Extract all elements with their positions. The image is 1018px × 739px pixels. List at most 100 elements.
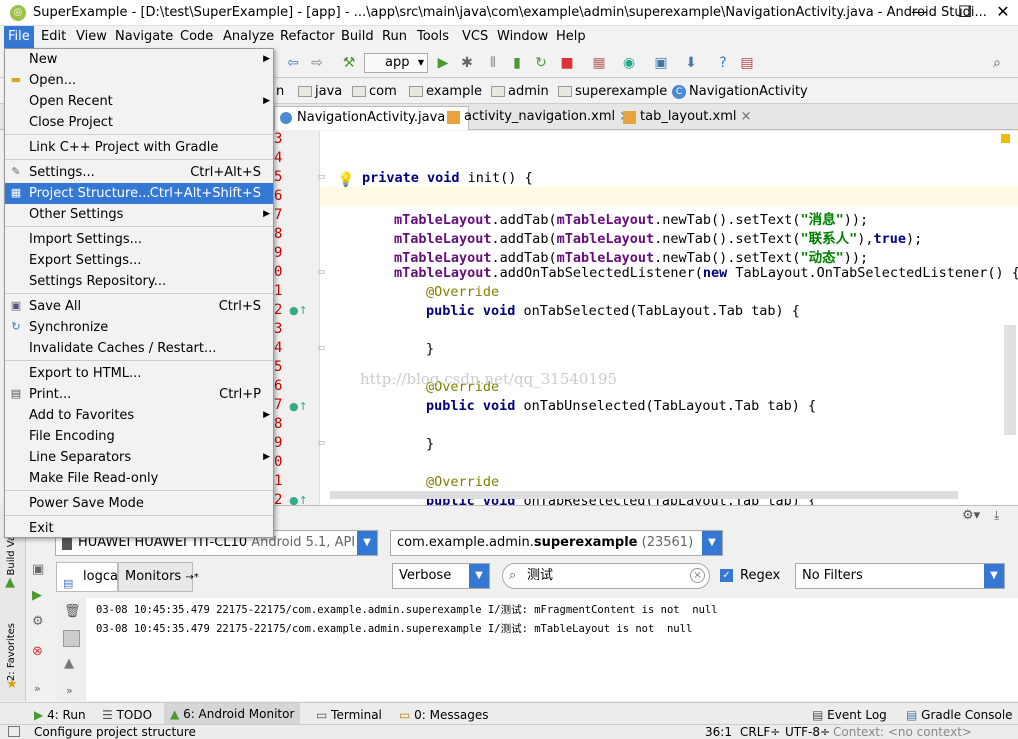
breadcrumb-item[interactable]: n [274, 83, 284, 101]
menu-item-make-read-only[interactable]: Make File Read-only [5, 468, 273, 489]
menu-item-line-separators[interactable]: Line Separators ▶ [5, 447, 273, 468]
menu-item-settings[interactable]: ✎ Settings... Ctrl+Alt+S [5, 162, 273, 183]
menu-tools[interactable]: Tools [413, 26, 453, 48]
tab-logcat[interactable]: ▤ logcat [56, 562, 123, 592]
run-icon[interactable]: ▶ [434, 54, 452, 72]
settings-gear-icon[interactable]: ⚙▾ [962, 508, 980, 523]
menu-item-open-recent[interactable]: Open Recent ▶ [5, 91, 273, 112]
minimize-button[interactable]: — [896, 0, 942, 26]
back-arrow-icon[interactable]: ⇦ [284, 54, 302, 72]
maximize-button[interactable]: ☐ [942, 0, 988, 26]
file-encoding[interactable]: UTF-8÷ [785, 725, 830, 739]
menu-item-settings-repository[interactable]: Settings Repository... [5, 271, 273, 292]
logcat-output[interactable]: 03-08 10:45:35.479 22175-22175/com.examp… [86, 598, 1018, 701]
help-icon[interactable]: ? [714, 54, 732, 72]
soft-wrap-icon[interactable] [63, 630, 80, 647]
menu-item-file-encoding[interactable]: File Encoding [5, 426, 273, 447]
menu-item-other-settings[interactable]: Other Settings ▶ [5, 204, 273, 225]
more-icon[interactable]: » [34, 682, 41, 695]
stop-icon[interactable]: ■ [558, 54, 576, 72]
editor-scrollbar[interactable] [1004, 325, 1016, 435]
breadcrumb-item[interactable]: admin [490, 83, 549, 101]
context-indicator[interactable]: Context: <no context> [833, 725, 972, 739]
menu-item-open[interactable]: ▬ Open... [5, 70, 273, 91]
hide-panel-icon[interactable]: ⤓ [994, 508, 999, 523]
build-variants-tab[interactable]: Build Va [6, 535, 17, 575]
fold-icon[interactable]: ▭ [318, 438, 326, 447]
override-marker-icon[interactable]: ●↑ [289, 400, 308, 413]
menu-item-project-structure[interactable]: ▦ Project Structure... Ctrl+Alt+Shift+S [5, 183, 273, 204]
tab-navigation-activity[interactable]: NavigationActivity.java × [274, 106, 470, 130]
menu-run[interactable]: Run [378, 26, 411, 48]
menu-item-power-save[interactable]: Power Save Mode [5, 493, 273, 514]
search-icon[interactable]: ⌕ [988, 54, 1006, 72]
fold-icon[interactable]: ▭ [318, 343, 326, 352]
make-project-icon[interactable]: ⚒ [340, 54, 358, 72]
breadcrumb-item[interactable]: superexample [557, 83, 667, 101]
tab-monitors[interactable]: Monitors →* [118, 562, 199, 592]
menu-item-export-settings[interactable]: Export Settings... [5, 250, 273, 271]
terminal-tool-button[interactable]: ▭ Terminal [316, 707, 382, 723]
horizontal-scrollbar[interactable] [330, 491, 958, 499]
filter-select[interactable]: No Filters ▼ [795, 563, 1005, 589]
tab-activity-navigation-xml[interactable]: activity_navigation.xml × [442, 106, 638, 130]
avd-manager-icon[interactable]: ▦ [590, 54, 608, 72]
apply-changes-icon[interactable]: ▮ [508, 54, 526, 72]
menu-file[interactable]: File [4, 26, 34, 48]
menu-navigate[interactable]: Navigate [111, 26, 177, 48]
close-tab-icon[interactable]: × [741, 109, 752, 124]
messages-tool-button[interactable]: ▭ 0: Messages [399, 707, 489, 723]
event-log-tool-button[interactable]: ▤ Event Log [812, 707, 887, 723]
tab-tab-layout-xml[interactable]: tab_layout.xml × [618, 106, 760, 130]
device-monitor-icon[interactable]: ▤ [738, 54, 756, 72]
menu-item-close-project[interactable]: Close Project [5, 112, 273, 133]
menu-item-invalidate-caches[interactable]: Invalidate Caches / Restart... [5, 338, 273, 359]
trash-icon[interactable]: 🗑 [64, 604, 81, 619]
debug-icon[interactable]: ✱ [458, 54, 476, 72]
system-info-icon[interactable]: ⚙ [32, 614, 44, 629]
todo-tool-button[interactable]: ☰ TODO [102, 707, 152, 723]
menu-item-import-settings[interactable]: Import Settings... [5, 229, 273, 250]
line-separator[interactable]: CRLF÷ [740, 725, 780, 739]
terminate-icon[interactable]: ⊗ [32, 644, 43, 659]
caret-position[interactable]: 36:1 [705, 725, 732, 739]
fold-icon[interactable]: ▭ [318, 172, 326, 181]
screenshot-icon[interactable]: ▣ [32, 562, 44, 577]
more-icon[interactable]: » [66, 684, 73, 697]
project-structure-icon[interactable]: ▣ [652, 54, 670, 72]
search-input[interactable]: ⌕ 测试 × [502, 563, 710, 589]
menu-build[interactable]: Build [337, 26, 378, 48]
menu-item-print[interactable]: ▤ Print... Ctrl+P [5, 384, 273, 405]
breadcrumb-item[interactable]: C NavigationActivity [671, 83, 808, 101]
breadcrumb-item[interactable]: java [297, 83, 342, 101]
android-monitor-tool-button[interactable]: ▲ 6: Android Monitor [164, 703, 301, 725]
breadcrumb-item[interactable]: example [408, 83, 482, 101]
menu-item-export-html[interactable]: Export to HTML... [5, 363, 273, 384]
menu-help[interactable]: Help [552, 26, 590, 48]
run-config-select[interactable]: app ▼ [364, 53, 428, 73]
menu-window[interactable]: Window [493, 26, 552, 48]
scroll-up-icon[interactable]: ▲ [64, 656, 74, 671]
toggle-tool-windows-icon[interactable] [8, 726, 20, 737]
attach-icon[interactable]: ⫴ [484, 54, 502, 72]
gradle-console-tool-button[interactable]: ▤ Gradle Console [906, 707, 1013, 723]
menu-code[interactable]: Code [176, 26, 217, 48]
menu-analyze[interactable]: Analyze [219, 26, 278, 48]
breadcrumb-item[interactable]: com [351, 83, 397, 101]
menu-item-link-cpp[interactable]: Link C++ Project with Gradle [5, 137, 273, 158]
rerun-icon[interactable]: ↻ [532, 54, 550, 72]
clear-search-icon[interactable]: × [690, 568, 705, 583]
run-tool-button[interactable]: ▶ 4: Run [34, 707, 86, 723]
menu-item-add-favorites[interactable]: Add to Favorites ▶ [5, 405, 273, 426]
menu-refactor[interactable]: Refactor [276, 26, 339, 48]
process-select[interactable]: com.example.admin.superexample (23561) ▼ [390, 530, 723, 556]
record-icon[interactable]: ▶ [32, 588, 42, 603]
close-button[interactable]: ✕ [988, 0, 1018, 26]
regex-checkbox[interactable]: ✓ [720, 569, 733, 582]
fold-icon[interactable]: ▭ [318, 267, 326, 276]
menu-item-save-all[interactable]: ▣ Save All Ctrl+S [5, 296, 273, 317]
menu-edit[interactable]: Edit [37, 26, 70, 48]
override-marker-icon[interactable]: ●↑ [289, 304, 308, 317]
sync-gradle-icon[interactable]: ◉ [620, 54, 638, 72]
menu-item-synchronize[interactable]: ↻ Synchronize [5, 317, 273, 338]
